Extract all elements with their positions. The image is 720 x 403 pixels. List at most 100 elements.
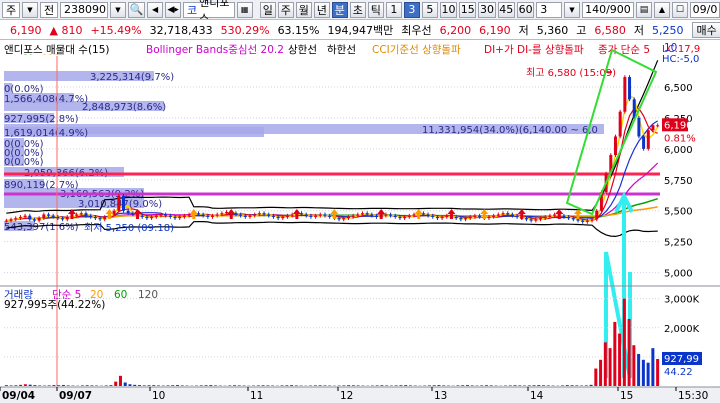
candle-body xyxy=(328,215,332,217)
candle-body xyxy=(182,215,186,217)
price-tick-label: 6,500 xyxy=(664,83,693,94)
candle-body xyxy=(337,218,341,220)
volume-bar xyxy=(23,384,27,386)
candle-body xyxy=(276,216,280,219)
volume-bar xyxy=(380,385,384,386)
candle-body xyxy=(389,214,393,216)
hc-label: HC:-5,0 xyxy=(662,54,699,65)
candle-body xyxy=(103,216,107,220)
volume-bar xyxy=(342,385,346,386)
candle-body xyxy=(628,77,632,100)
candle-body xyxy=(623,77,627,112)
time-tick-label: 15 xyxy=(620,390,633,402)
candle-body xyxy=(576,219,580,221)
candle-body xyxy=(651,125,655,131)
candle-body xyxy=(473,215,477,217)
volume-bar xyxy=(465,385,469,386)
volume-bar xyxy=(61,384,65,386)
volume-bar xyxy=(156,385,160,386)
volume-bar xyxy=(128,384,132,386)
volume-bar xyxy=(323,385,327,386)
candle-body xyxy=(543,216,547,219)
volume-bar xyxy=(442,385,446,386)
time-tick-label: 10 xyxy=(152,390,165,402)
volume-bar xyxy=(594,368,598,386)
time-tick-label: 11 xyxy=(250,390,263,402)
volume-bar xyxy=(133,384,137,386)
volume-bar xyxy=(603,342,607,386)
volume-bar xyxy=(565,385,569,386)
candle-body xyxy=(75,214,79,216)
volume-bar xyxy=(470,385,474,386)
volume-bar xyxy=(233,385,237,386)
volume-pct-label: 44.22 xyxy=(664,367,693,378)
current-pct-label: 0.81% xyxy=(664,133,696,144)
candle-body xyxy=(150,216,154,219)
volume-bar xyxy=(147,385,151,386)
high-annotation: 최고 6,580 (15:09) xyxy=(526,67,616,79)
candle-body xyxy=(201,214,205,216)
candle-body xyxy=(398,216,402,219)
volume-bar xyxy=(261,385,265,386)
volume-bar xyxy=(214,385,218,386)
candle-body xyxy=(309,215,313,217)
price-tick-label: 5,500 xyxy=(664,207,693,218)
candle-body xyxy=(351,215,355,217)
volume-bar xyxy=(537,385,541,386)
volume-bar xyxy=(85,385,89,386)
candle-body xyxy=(304,214,308,216)
candle-body xyxy=(478,215,482,217)
volume-bar xyxy=(546,385,550,386)
volume-bar xyxy=(627,319,631,386)
volume-bar xyxy=(599,359,603,386)
volume-bar xyxy=(589,384,593,386)
volume-bar xyxy=(480,385,484,386)
candle-body xyxy=(529,219,533,221)
volume-bar xyxy=(646,362,650,386)
volume-bar xyxy=(351,385,355,386)
chart-window: 주 ▼ 전 238090 ▼ 🔍 ◀ ◀▸ 코 앤디포스 ▦ 일 주 월 년 분 … xyxy=(0,0,720,403)
volume-tick-label: 2,000K xyxy=(664,324,700,335)
volume-legend-item: 60 xyxy=(114,289,127,301)
volume-bar xyxy=(570,385,574,386)
candle-body xyxy=(211,215,215,217)
candle-body xyxy=(164,214,168,216)
candle-body xyxy=(168,215,172,217)
chart-canvas[interactable]: 6,5006,2506,0005,7505,5005,2505,0003,225… xyxy=(0,0,720,403)
price-tick-label: 5,250 xyxy=(664,238,693,249)
volume-bar xyxy=(575,385,579,386)
candle-body xyxy=(257,213,261,215)
candle-body xyxy=(206,215,210,217)
candle-body xyxy=(51,215,55,217)
volume-bar xyxy=(290,385,294,386)
volume-current-flag-label: 927,99 xyxy=(664,354,699,365)
candle-body xyxy=(9,219,13,221)
volume-bar xyxy=(285,385,289,386)
candle-body xyxy=(370,214,374,216)
volume-profile-label: 1,619,014(4.9%) xyxy=(4,128,88,139)
candle-body xyxy=(375,215,379,217)
candle-body xyxy=(290,214,294,216)
candle-body xyxy=(281,216,285,219)
volume-bar xyxy=(52,385,56,386)
candle-body xyxy=(459,218,463,220)
candle-body xyxy=(126,210,130,214)
volume-bar xyxy=(542,385,546,386)
volume-bar xyxy=(513,385,517,386)
time-tick-label: 13 xyxy=(434,390,447,402)
candle-body xyxy=(510,214,514,216)
volume-bar xyxy=(66,385,70,386)
volume-bar xyxy=(489,385,493,386)
candle-body xyxy=(89,215,93,217)
volume-profile-label: 0(0.0%) xyxy=(4,157,44,168)
candle-body xyxy=(426,214,430,216)
candle-body xyxy=(93,216,97,219)
volume-bar xyxy=(651,348,655,386)
volume-bar xyxy=(385,385,389,386)
volume-bar xyxy=(456,385,460,386)
candle-body xyxy=(61,218,65,220)
candle-body xyxy=(342,218,346,220)
volume-bar xyxy=(632,345,636,386)
candle-body xyxy=(403,216,407,219)
candle-body xyxy=(360,213,364,215)
